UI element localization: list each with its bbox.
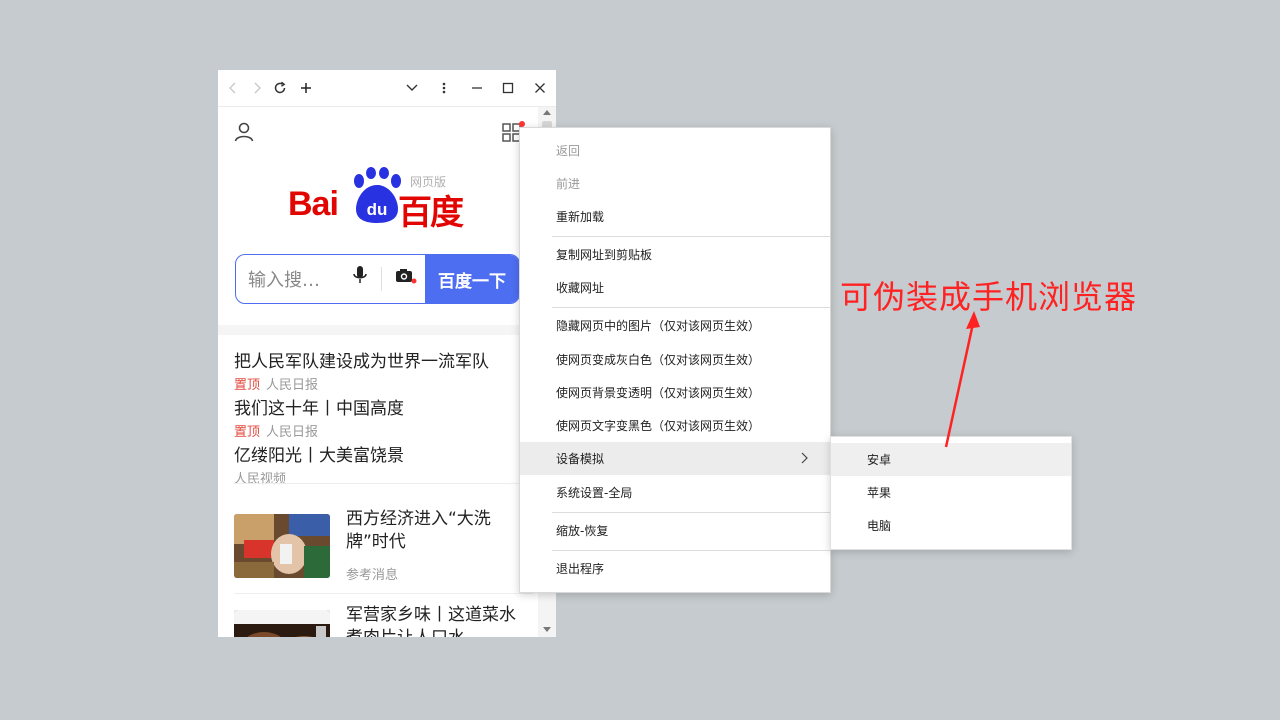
pinned-tag: 置顶 bbox=[234, 378, 261, 393]
chevron-right-icon bbox=[801, 452, 808, 464]
maximize-button[interactable] bbox=[497, 70, 519, 106]
new-tab-button[interactable] bbox=[295, 70, 317, 106]
news-card[interactable]: 西方经济进入“大洗牌”时代 参考消息 bbox=[234, 509, 534, 600]
menu-separator bbox=[552, 512, 830, 513]
forward-button[interactable] bbox=[246, 70, 268, 106]
news-meta: 置顶 人民日报 bbox=[234, 421, 404, 440]
web-page: Bai du 百度 网页版 输入搜… 百度一下 把人民军队建设成为世界一流军队 … bbox=[218, 107, 538, 637]
logo-badge: 网页版 bbox=[410, 175, 447, 189]
news-item[interactable]: 亿缕阳光丨大美富饶景 人民视频 bbox=[234, 441, 404, 487]
reload-icon bbox=[274, 81, 286, 94]
news-item[interactable]: 把人民军队建设成为世界一流军队 置顶 人民日报 bbox=[234, 347, 489, 393]
news-title: 亿缕阳光丨大美富饶景 bbox=[234, 446, 404, 466]
camera-icon[interactable] bbox=[395, 267, 417, 287]
submenu-item-apple[interactable]: 苹果 bbox=[831, 476, 1071, 509]
search-divider bbox=[381, 267, 382, 291]
search-button[interactable]: 百度一下 bbox=[425, 255, 519, 303]
list-divider bbox=[234, 483, 534, 484]
news-thumbnail bbox=[234, 514, 330, 578]
annotation-arrow bbox=[944, 311, 980, 448]
news-thumbnail bbox=[234, 610, 330, 637]
more-vertical-icon bbox=[442, 82, 446, 94]
card-title: 西方经济进入“大洗牌”时代 bbox=[346, 509, 491, 552]
reload-button[interactable] bbox=[269, 70, 291, 106]
chevron-left-icon bbox=[229, 82, 236, 94]
close-button[interactable] bbox=[529, 70, 551, 106]
news-card[interactable]: 军营家乡味丨这道菜水煮肉片让人口水 bbox=[234, 605, 534, 637]
tab-dropdown-button[interactable] bbox=[401, 70, 423, 106]
menu-item-copy-url[interactable]: 复制网址到剪贴板 bbox=[520, 238, 830, 271]
menu-item-label: 设备模拟 bbox=[556, 452, 605, 466]
back-button[interactable] bbox=[222, 70, 244, 106]
scroll-up-icon[interactable] bbox=[543, 110, 551, 115]
news-meta: 置顶 人民日报 bbox=[234, 374, 489, 393]
menu-item-bookmark[interactable]: 收藏网址 bbox=[520, 271, 830, 304]
microphone-icon[interactable] bbox=[352, 265, 368, 289]
menu-item-reload[interactable]: 重新加载 bbox=[520, 200, 830, 233]
scroll-down-icon[interactable] bbox=[543, 627, 551, 632]
chevron-down-icon bbox=[406, 84, 418, 91]
card-title: 军营家乡味丨这道菜水煮肉片让人口水 bbox=[346, 605, 516, 637]
maximize-icon bbox=[502, 82, 514, 94]
minimize-icon bbox=[472, 87, 482, 89]
list-divider bbox=[234, 593, 534, 594]
menu-separator bbox=[552, 307, 830, 308]
logo-text-baidu: 百度 bbox=[398, 193, 464, 233]
title-bar bbox=[218, 70, 556, 107]
menu-separator bbox=[552, 550, 830, 551]
menu-item-exit[interactable]: 退出程序 bbox=[520, 552, 830, 585]
menu-separator bbox=[552, 236, 830, 237]
news-source: 人民视频 bbox=[234, 472, 287, 487]
context-menu: 返回 前进 重新加载 复制网址到剪贴板 收藏网址 隐藏网页中的图片（仅对该网页生… bbox=[519, 127, 831, 593]
news-source: 人民日报 bbox=[266, 378, 319, 393]
menu-item-device-emulation[interactable]: 设备模拟 bbox=[520, 442, 830, 475]
baidu-logo: Bai du 百度 网页版 bbox=[288, 165, 478, 233]
chevron-right-icon bbox=[254, 82, 261, 94]
news-source: 人民日报 bbox=[266, 425, 319, 440]
submenu-item-pc[interactable]: 电脑 bbox=[831, 509, 1071, 542]
minimize-button[interactable] bbox=[466, 70, 488, 106]
plus-icon bbox=[301, 83, 311, 93]
close-icon bbox=[535, 83, 545, 93]
search-box: 百度一下 bbox=[235, 254, 520, 304]
news-item[interactable]: 我们这十年丨中国高度 置顶 人民日报 bbox=[234, 394, 404, 440]
menu-item-settings[interactable]: 系统设置-全局 bbox=[520, 476, 830, 509]
pinned-tag: 置顶 bbox=[234, 425, 261, 440]
menu-item-back[interactable]: 返回 bbox=[520, 134, 830, 167]
more-menu-button[interactable] bbox=[433, 70, 455, 106]
news-title: 我们这十年丨中国高度 bbox=[234, 399, 404, 419]
logo-text-bai: Bai bbox=[288, 185, 339, 223]
browser-window: Bai du 百度 网页版 输入搜… 百度一下 把人民军队建设成为世界一流军队 … bbox=[218, 70, 556, 637]
menu-item-zoom-reset[interactable]: 缩放-恢复 bbox=[520, 514, 830, 547]
menu-item-transparent-bg[interactable]: 使网页背景变透明（仅对该网页生效） bbox=[520, 376, 830, 409]
news-title: 把人民军队建设成为世界一流军队 bbox=[234, 352, 489, 372]
user-icon[interactable] bbox=[233, 121, 255, 147]
section-divider bbox=[218, 325, 538, 335]
menu-item-grayscale[interactable]: 使网页变成灰白色（仅对该网页生效） bbox=[520, 343, 830, 376]
menu-item-hide-images[interactable]: 隐藏网页中的图片（仅对该网页生效） bbox=[520, 309, 830, 342]
news-meta: 人民视频 bbox=[234, 468, 404, 487]
card-source: 参考消息 bbox=[346, 568, 399, 583]
menu-item-black-text[interactable]: 使网页文字变黑色（仅对该网页生效） bbox=[520, 409, 830, 442]
logo-text-du: du bbox=[367, 200, 388, 219]
menu-item-forward[interactable]: 前进 bbox=[520, 167, 830, 200]
